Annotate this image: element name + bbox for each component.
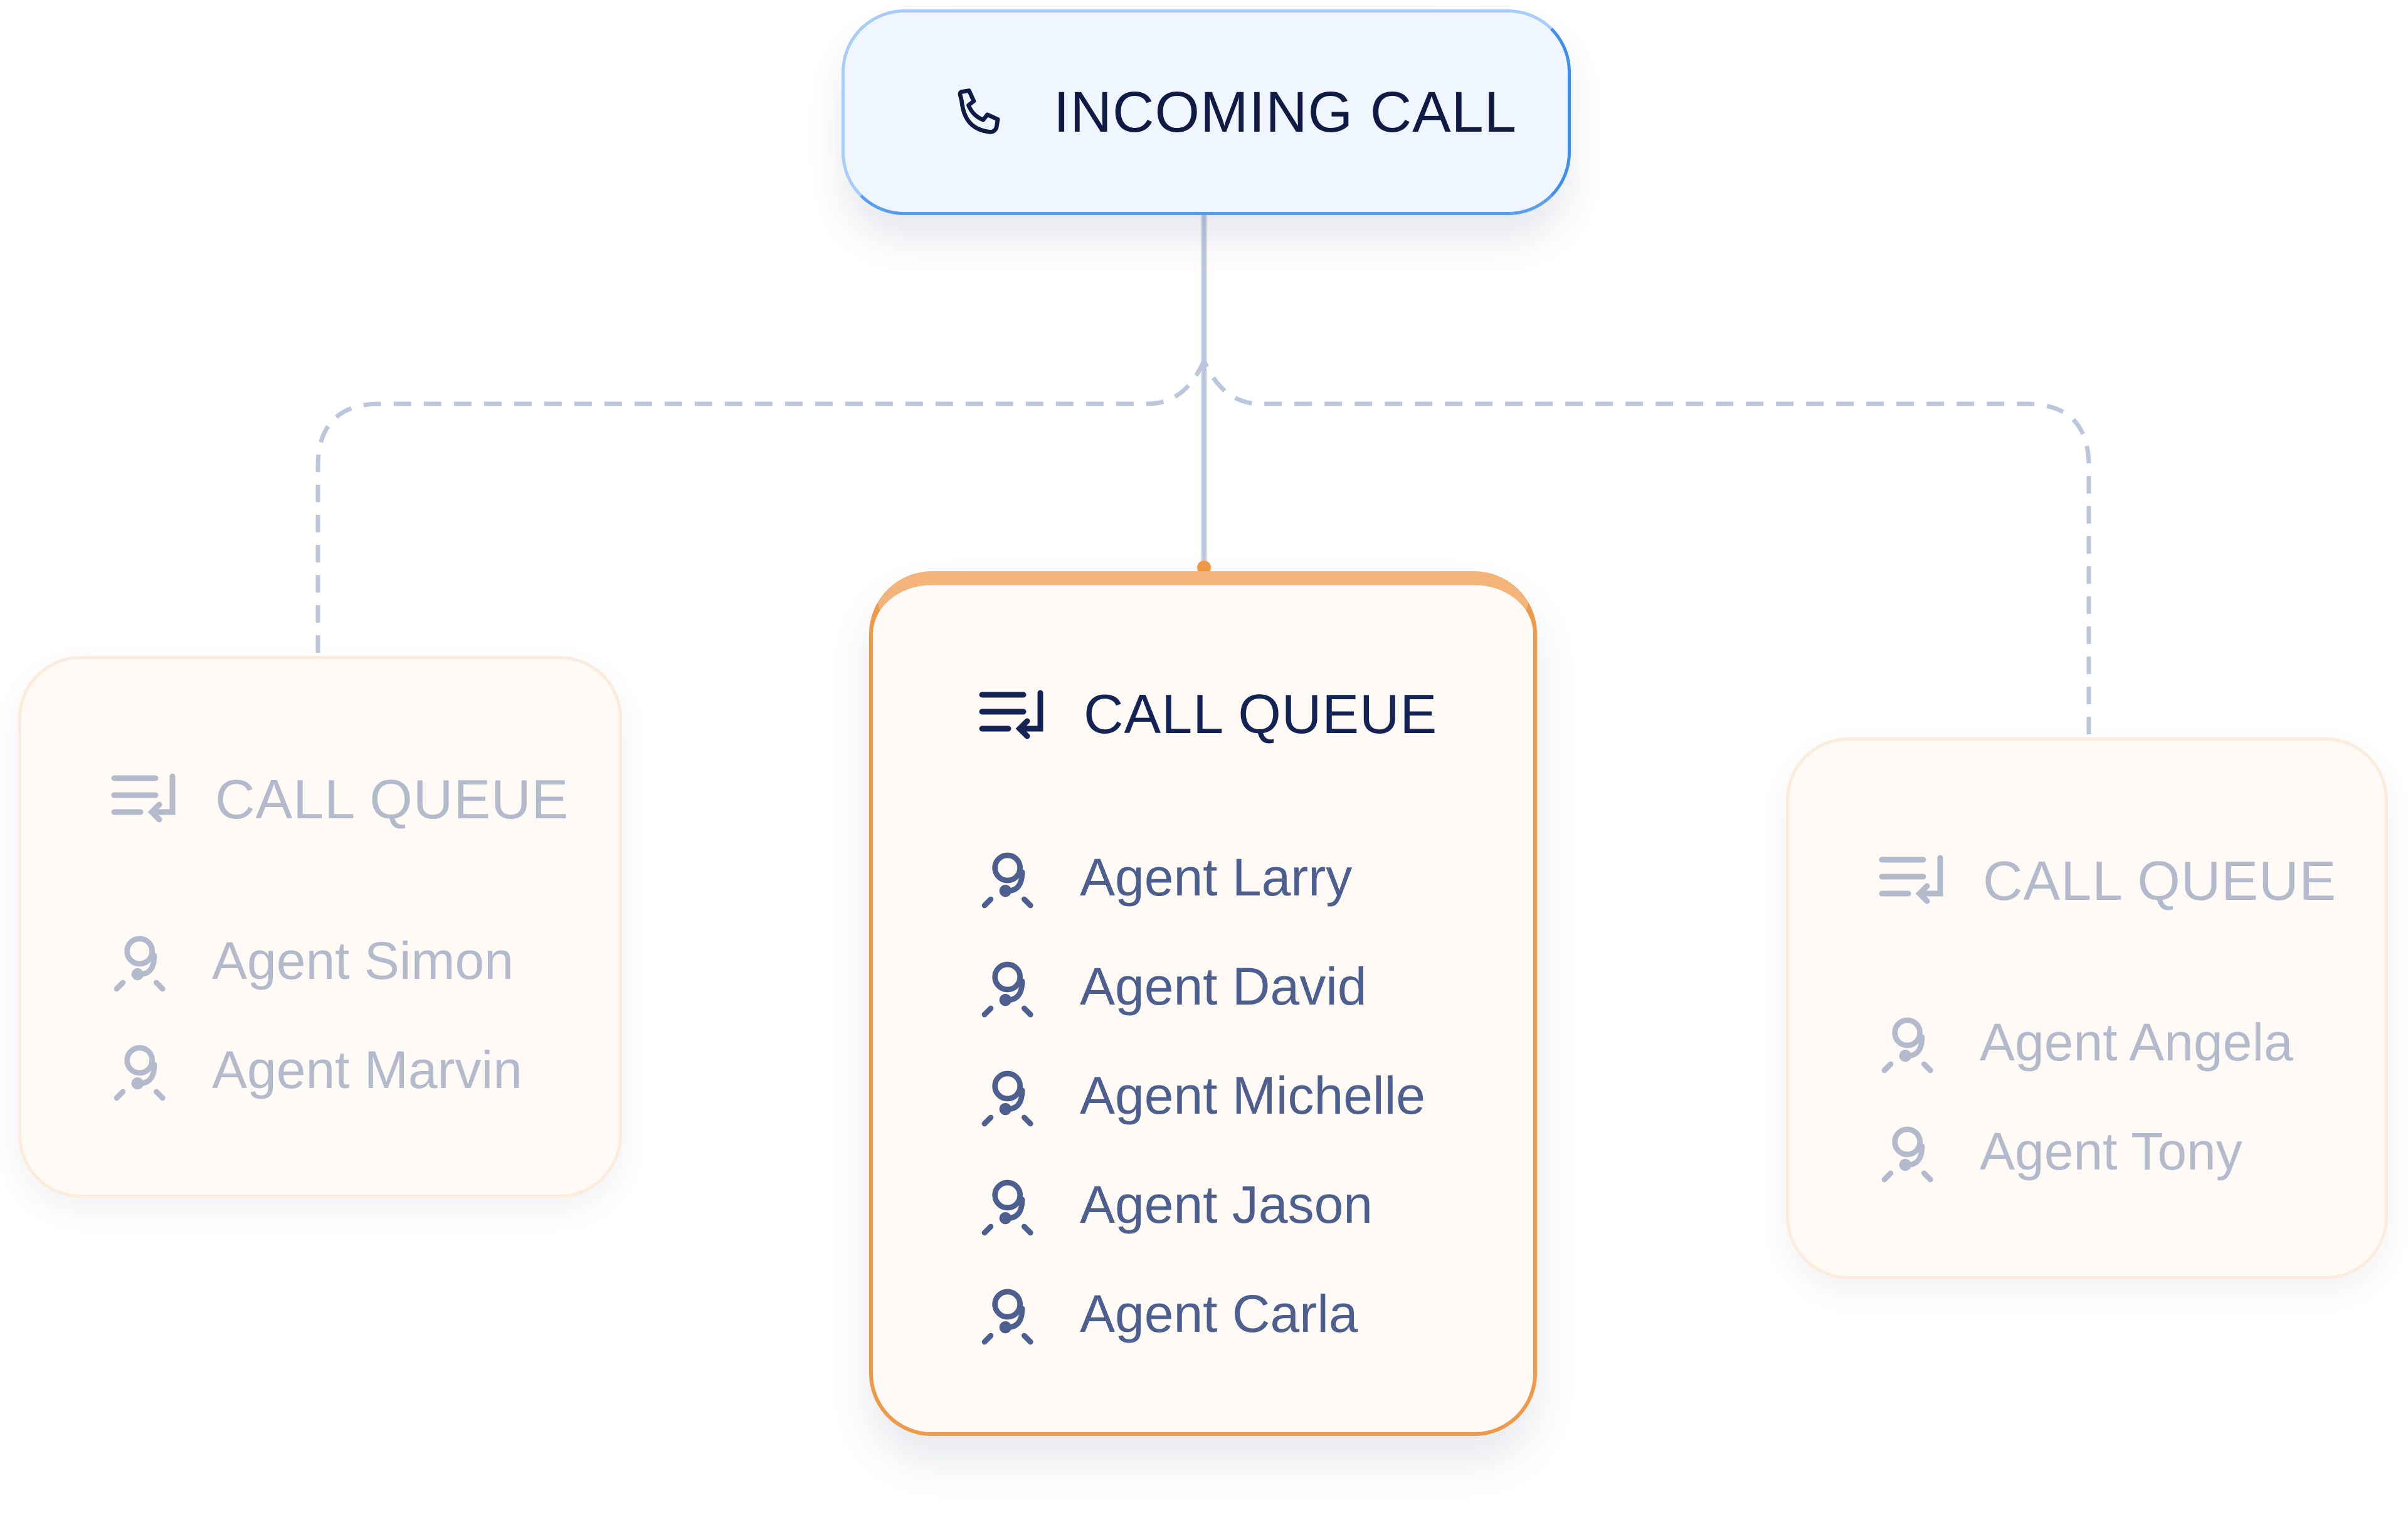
incoming-call-label: INCOMING CALL bbox=[1054, 80, 1517, 144]
agent-name: Agent Jason bbox=[1080, 1175, 1373, 1234]
queue-icon bbox=[979, 690, 1043, 739]
agent-name: Agent Larry bbox=[1080, 848, 1353, 907]
call-queue-card-active[interactable]: CALL QUEUE Agent Larry Agent David Agent… bbox=[869, 571, 1537, 1436]
agent-name: Agent Michelle bbox=[1080, 1066, 1425, 1125]
agent-headset-icon bbox=[114, 936, 166, 992]
agent-headset-icon bbox=[981, 1289, 1033, 1345]
agent-headset-icon bbox=[981, 961, 1033, 1018]
agent-headset-icon bbox=[981, 1180, 1033, 1236]
agent-name: Agent Simon bbox=[212, 931, 514, 990]
agent-headset-icon bbox=[114, 1045, 166, 1101]
queue-icon bbox=[1879, 855, 1943, 904]
call-queue-card-right[interactable]: CALL QUEUE Agent Angela Agent Tony bbox=[1786, 737, 2388, 1279]
phone-icon bbox=[958, 88, 1000, 134]
agent-headset-icon bbox=[1881, 1017, 1933, 1074]
agent-headset-icon bbox=[1881, 1126, 1933, 1183]
incoming-call-node[interactable]: INCOMING CALL bbox=[842, 9, 1571, 215]
queue-title: CALL QUEUE bbox=[1084, 683, 1438, 745]
agent-headset-icon bbox=[981, 852, 1033, 909]
agent-name: Agent David bbox=[1080, 957, 1367, 1016]
call-queue-card-left[interactable]: CALL QUEUE Agent Simon Agent Marvin bbox=[18, 656, 622, 1198]
queue-title: CALL QUEUE bbox=[1983, 850, 2337, 912]
agent-name: Agent Angela bbox=[1980, 1013, 2293, 1072]
queue-title: CALL QUEUE bbox=[215, 768, 569, 830]
agent-name: Agent Carla bbox=[1080, 1284, 1358, 1343]
queue-icon bbox=[111, 773, 176, 823]
agent-name: Agent Tony bbox=[1980, 1122, 2242, 1181]
agent-name: Agent Marvin bbox=[212, 1040, 522, 1099]
agent-headset-icon bbox=[981, 1070, 1033, 1127]
